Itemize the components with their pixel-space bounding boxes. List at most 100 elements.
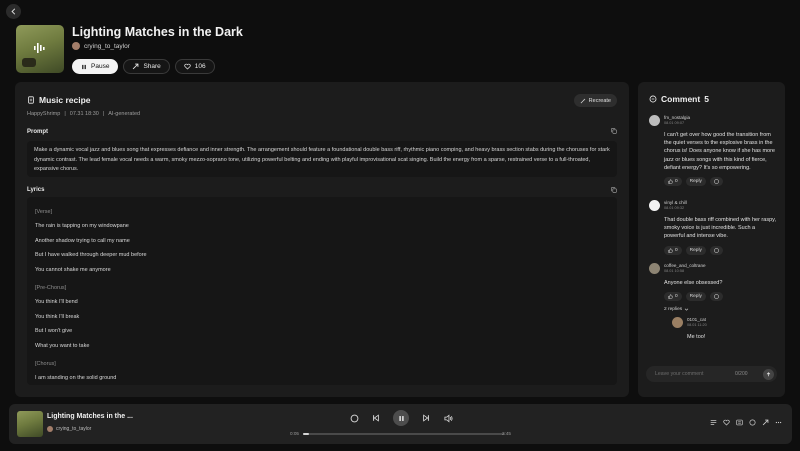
- progress-fill: [303, 432, 310, 435]
- avatar[interactable]: [649, 263, 660, 274]
- like-count: 0: [675, 247, 678, 253]
- comment-text: I can't get over how good the transition…: [664, 132, 775, 171]
- like-button[interactable]: 106: [174, 59, 215, 74]
- heart-icon: [184, 63, 191, 70]
- avatar[interactable]: [649, 115, 660, 126]
- chat-bubble-icon: [749, 419, 756, 426]
- player-artist[interactable]: crying_to_taylor: [47, 426, 91, 432]
- like-count: 0: [675, 179, 678, 185]
- like-comment-button[interactable]: 0: [664, 177, 682, 187]
- progress-slider[interactable]: [303, 432, 505, 435]
- comment-time: 08.01 10:58: [664, 268, 685, 273]
- reply-text: Me too!: [687, 334, 706, 341]
- arrow-left-icon: [11, 8, 16, 15]
- share-button[interactable]: [762, 419, 769, 426]
- comment-panel: Comment 5 fm_nostalgia 08.01 09:07 I can…: [638, 82, 785, 397]
- lyric-line: You think I'll bend: [35, 299, 78, 306]
- comment-count: 5: [704, 94, 709, 104]
- lyric-line: The rain is tapping on my windowpane: [35, 223, 129, 230]
- more-icon: [714, 294, 719, 299]
- pause-label: Pause: [91, 63, 110, 70]
- recipe-panel: Music recipe HappyShrimp | 07.31 18:30 |…: [15, 82, 629, 397]
- replies-toggle-label: 2 replies: [664, 307, 683, 313]
- queue-icon: [736, 419, 743, 426]
- chat-bubble-icon: [350, 414, 358, 422]
- like-count: 0: [675, 294, 678, 300]
- album-cover: [16, 25, 64, 73]
- reply-button[interactable]: Reply: [685, 245, 706, 255]
- replies-toggle[interactable]: 2 replies: [664, 307, 777, 312]
- reply-item: 0101_cat 08.01 11:20 Me too!: [668, 317, 774, 341]
- prompt-text: Make a dynamic vocal jazz and blues song…: [27, 141, 617, 177]
- lyric-line: You think I'll break: [35, 313, 80, 320]
- comment-item: fm_nostalgia 08.01 09:07 I can't get ove…: [649, 115, 777, 187]
- like-button[interactable]: [723, 419, 730, 426]
- skip-forward-icon: [423, 414, 429, 422]
- comment-user[interactable]: vinyl & chill: [664, 200, 687, 206]
- comment-text: Anyone else obsessed?: [664, 280, 723, 286]
- artist-link[interactable]: crying_to_taylor: [72, 42, 130, 50]
- recipe-date: 07.31 18:30: [69, 111, 99, 117]
- duration: 2:45: [502, 431, 511, 436]
- avatar[interactable]: [649, 200, 660, 211]
- reply-button[interactable]: Reply: [685, 292, 706, 302]
- recreate-button[interactable]: Recreate: [573, 94, 617, 107]
- artist-avatar: [72, 42, 80, 50]
- like-comment-button[interactable]: 0: [664, 245, 682, 255]
- back-button[interactable]: [6, 4, 21, 19]
- comment-user[interactable]: coffee_and_coltrane: [664, 263, 706, 269]
- artist-avatar: [47, 426, 53, 432]
- comment-time: 08.01 09:32: [664, 205, 685, 210]
- pause-play-button[interactable]: [393, 410, 409, 426]
- player-artist-name: crying_to_taylor: [56, 426, 92, 432]
- send-button[interactable]: [763, 368, 774, 380]
- lyric-line: But I won't give: [35, 328, 73, 335]
- thumbs-up-icon: [668, 179, 673, 184]
- more-icon: [714, 248, 719, 253]
- comment-text: That double bass riff combined with her …: [664, 217, 776, 240]
- comment-input[interactable]: [655, 371, 729, 377]
- share-label: Share: [143, 63, 161, 70]
- previous-button[interactable]: [371, 413, 381, 423]
- copy-icon[interactable]: [611, 187, 617, 193]
- volume-button[interactable]: [443, 413, 453, 423]
- current-time: 0:05: [290, 431, 299, 436]
- comment-user[interactable]: fm_nostalgia: [664, 115, 690, 121]
- lyric-line: [Verse]: [35, 209, 53, 215]
- document-icon: [28, 96, 34, 104]
- avatar[interactable]: [672, 317, 683, 329]
- reply-button[interactable]: Reply: [685, 177, 706, 187]
- more-horizontal-icon: [775, 421, 782, 424]
- volume-icon: [443, 414, 453, 422]
- copy-icon[interactable]: [611, 128, 617, 134]
- more-button[interactable]: [709, 292, 723, 302]
- recipe-author[interactable]: HappyShrimp: [27, 111, 60, 117]
- lyric-line: You cannot shake me anymore: [35, 266, 111, 273]
- comments-toggle-button[interactable]: [349, 413, 359, 423]
- next-button[interactable]: [421, 413, 431, 423]
- reply-user[interactable]: 0101_cat: [687, 317, 707, 323]
- comment-input-bar: 0/200: [646, 366, 777, 382]
- pause-button[interactable]: Pause: [72, 59, 119, 74]
- more-button[interactable]: [775, 419, 782, 426]
- song-title: Lighting Matches in the Dark: [72, 25, 243, 39]
- like-comment-button[interactable]: 0: [664, 292, 682, 302]
- thumbs-up-icon: [668, 294, 673, 299]
- player-cover[interactable]: [17, 411, 43, 437]
- heart-icon: [723, 419, 730, 426]
- lyrics-box: [Verse] The rain is tapping on my window…: [27, 197, 617, 385]
- player-title[interactable]: Lighting Matches in the ...: [47, 413, 133, 420]
- recipe-source: AI-generated: [108, 111, 141, 117]
- share-button[interactable]: Share: [123, 59, 170, 74]
- comment-item: coffee_and_coltrane 08.01 10:58 Anyone e…: [649, 263, 777, 341]
- queue-button[interactable]: [736, 419, 743, 426]
- skip-back-icon: [373, 414, 379, 422]
- more-button[interactable]: [709, 245, 723, 255]
- share-icon: [762, 419, 769, 426]
- lyric-line: [Pre-Chorus]: [35, 284, 67, 291]
- lyrics-button[interactable]: [710, 419, 717, 426]
- comment-button[interactable]: [749, 419, 756, 426]
- more-button[interactable]: [709, 177, 723, 187]
- lyric-line: I am standing on the solid ground: [35, 375, 117, 382]
- pause-icon: [398, 415, 404, 421]
